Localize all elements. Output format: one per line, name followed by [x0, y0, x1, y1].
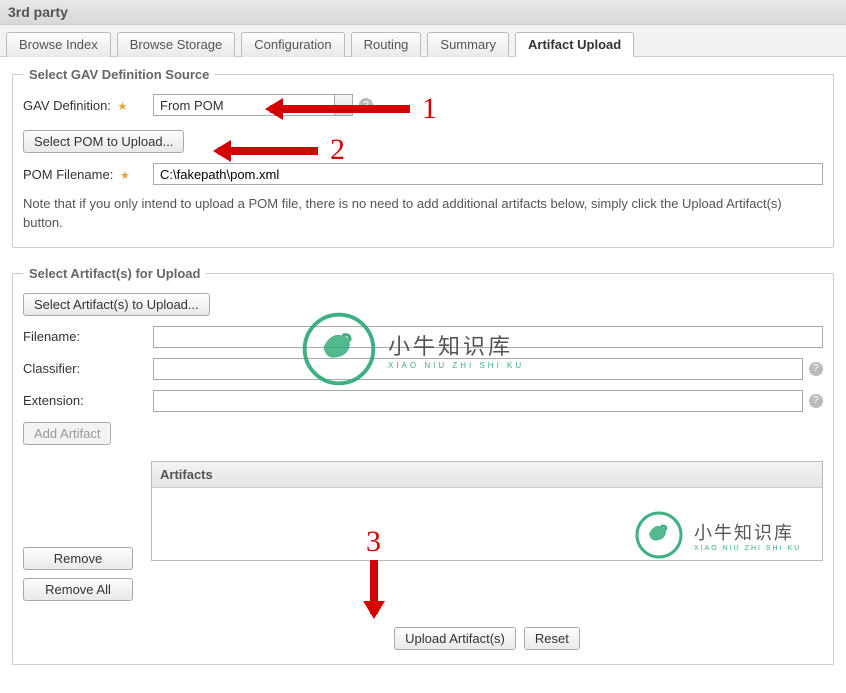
pom-filename-label: POM Filename: ★: [23, 167, 153, 182]
help-icon[interactable]: ?: [809, 394, 823, 408]
help-icon[interactable]: ?: [359, 98, 373, 112]
gav-definition-label: GAV Definition: ★: [23, 98, 153, 113]
artifact-legend: Select Artifact(s) for Upload: [23, 266, 206, 281]
tab-routing[interactable]: Routing: [351, 32, 422, 57]
watermark-cn: 小牛知识库: [694, 519, 801, 545]
bull-logo-icon: [300, 310, 378, 388]
watermark-cn: 小牛知识库: [388, 329, 524, 361]
gav-definition-value: From POM: [154, 98, 334, 113]
gav-legend: Select GAV Definition Source: [23, 67, 215, 82]
tab-summary[interactable]: Summary: [427, 32, 509, 57]
watermark-logo: 小牛知识库 XIAO NIU ZHI SHI KU: [300, 310, 524, 388]
extension-label: Extension:: [23, 393, 153, 408]
remove-button[interactable]: Remove: [23, 547, 133, 570]
watermark-en: XIAO NIU ZHI SHI KU: [388, 361, 524, 370]
reset-button[interactable]: Reset: [524, 627, 580, 650]
gav-definition-fieldset: Select GAV Definition Source GAV Definit…: [12, 67, 834, 248]
chevron-down-icon[interactable]: [334, 95, 352, 115]
tab-bar: Browse Index Browse Storage Configuratio…: [0, 25, 846, 57]
bull-logo-icon: [634, 510, 684, 560]
tab-browse-storage[interactable]: Browse Storage: [117, 32, 236, 57]
page-title: 3rd party: [0, 0, 846, 25]
select-pom-button[interactable]: Select POM to Upload...: [23, 130, 184, 153]
tab-artifact-upload[interactable]: Artifact Upload: [515, 32, 634, 57]
page-title-text: 3rd party: [8, 4, 68, 20]
help-icon[interactable]: ?: [809, 362, 823, 376]
filename-label: Filename:: [23, 329, 153, 344]
select-artifacts-button[interactable]: Select Artifact(s) to Upload...: [23, 293, 210, 316]
classifier-label: Classifier:: [23, 361, 153, 376]
remove-all-button[interactable]: Remove All: [23, 578, 133, 601]
add-artifact-button[interactable]: Add Artifact: [23, 422, 111, 445]
extension-field[interactable]: [153, 390, 803, 412]
gav-definition-select[interactable]: From POM: [153, 94, 353, 116]
tab-browse-index[interactable]: Browse Index: [6, 32, 111, 57]
required-star-icon: ★: [120, 170, 130, 182]
tab-configuration[interactable]: Configuration: [241, 32, 344, 57]
pom-filename-field[interactable]: [153, 163, 823, 185]
upload-artifacts-button[interactable]: Upload Artifact(s): [394, 627, 516, 650]
gav-note: Note that if you only intend to upload a…: [23, 195, 823, 233]
watermark-en: XIAO NIU ZHI SHI KU: [694, 545, 801, 552]
artifacts-header: Artifacts: [152, 462, 822, 488]
required-star-icon: ★: [118, 101, 128, 113]
watermark-logo: 小牛知识库 XIAO NIU ZHI SHI KU: [634, 510, 801, 560]
